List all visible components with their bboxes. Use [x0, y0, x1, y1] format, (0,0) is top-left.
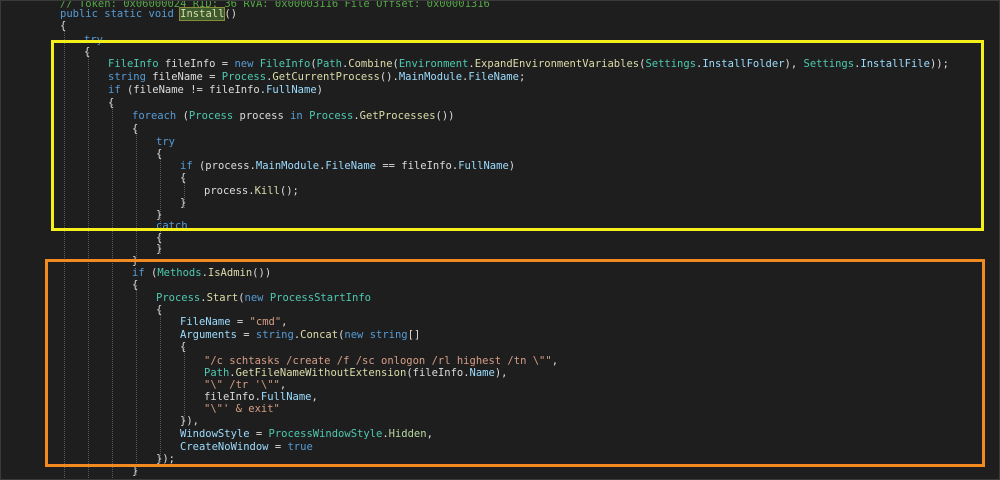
code-line: public static void Install() [60, 7, 238, 21]
code-token: void [148, 8, 174, 20]
code-token: public [60, 8, 98, 20]
code-line: } [156, 243, 162, 255]
code-token: { [60, 20, 67, 32]
code-token: () [224, 8, 238, 20]
code-token: Install [179, 7, 226, 21]
code-line: { [60, 20, 66, 32]
highlight-box-kill-process [51, 40, 984, 231]
code-token: } [156, 243, 163, 255]
highlight-box-schtasks [45, 259, 985, 467]
code-token: static [104, 8, 143, 20]
code-editor[interactable]: // Token: 0x06000024 RID: 36 RVA: 0x0000… [0, 0, 1000, 480]
